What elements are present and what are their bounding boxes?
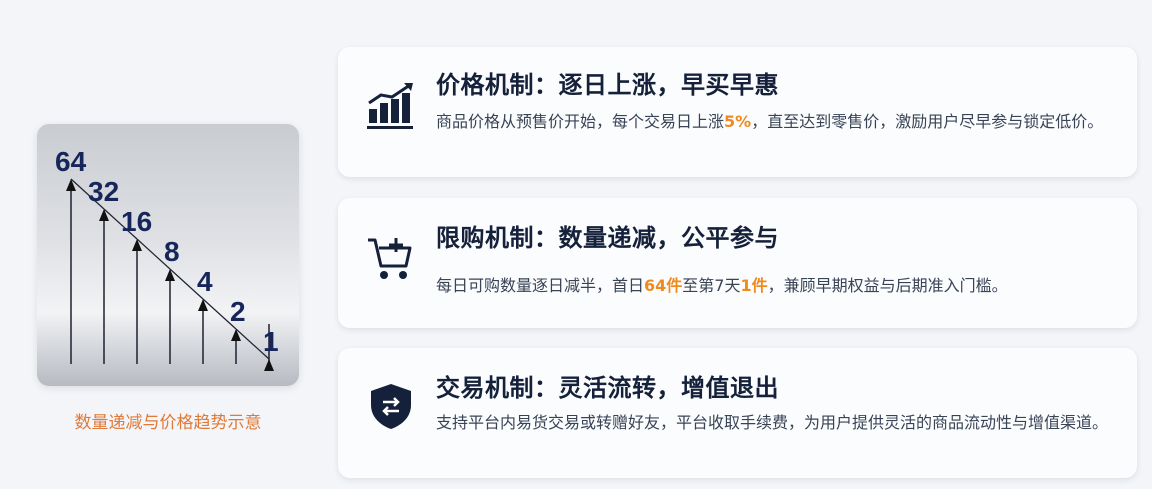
quantity-number: 16 xyxy=(121,206,152,237)
card-title: 限购机制：数量递减，公平参与 xyxy=(436,224,779,252)
card-description: 支持平台内易货交易或转赠好友，平台收取手续费，为用户提供灵活的商品流动性与增值渠… xyxy=(436,413,1109,432)
quantity-number: 64 xyxy=(55,146,87,177)
quantity-number: 4 xyxy=(197,266,213,297)
arrow-head xyxy=(198,299,208,311)
card-title: 价格机制：逐日上涨，早买早惠 xyxy=(436,71,779,99)
quantity-number: 8 xyxy=(164,236,180,267)
staircase-arrows-graphic: 643216 8421 xyxy=(55,146,279,371)
quantity-number: 32 xyxy=(88,176,119,207)
arrow-head xyxy=(231,329,241,341)
shopping-cart-add-icon xyxy=(368,238,412,279)
card-description: 每日可购数量逐日减半，首日64件至第7天1件，兼顾早期权益与后期准入门槛。 xyxy=(436,276,1008,295)
quantity-decrease-illustration: 64 32 16 8 4 2 1 xyxy=(37,124,299,386)
trading-mechanism-card: 交易机制：灵活流转，增值退出 支持平台内易货交易或转赠好友，平台收取手续费，为用… xyxy=(338,348,1137,478)
arrow-head xyxy=(66,179,76,191)
arrow-head xyxy=(99,209,109,221)
quantity-number: 1 xyxy=(263,326,279,357)
arrow-head xyxy=(165,269,175,281)
rising-bar-chart-icon xyxy=(367,83,413,129)
card-description: 商品价格从预售价开始，每个交易日上涨5%，直至达到零售价，激励用户尽早参与锁定低… xyxy=(436,112,1104,131)
card-title: 交易机制：灵活流转，增值退出 xyxy=(436,374,779,402)
arrow-head xyxy=(132,239,142,251)
purchase-limit-card: 限购机制：数量递减，公平参与 每日可购数量逐日减半，首日64件至第7天1件，兼顾… xyxy=(338,198,1137,328)
illustration-caption: 数量递减与价格趋势示意 xyxy=(74,413,262,433)
arrow-head xyxy=(264,359,274,371)
shield-exchange-icon xyxy=(371,384,411,429)
price-mechanism-card: 价格机制：逐日上涨，早买早惠 商品价格从预售价开始，每个交易日上涨5%，直至达到… xyxy=(338,47,1137,177)
quantity-number: 2 xyxy=(230,296,246,327)
